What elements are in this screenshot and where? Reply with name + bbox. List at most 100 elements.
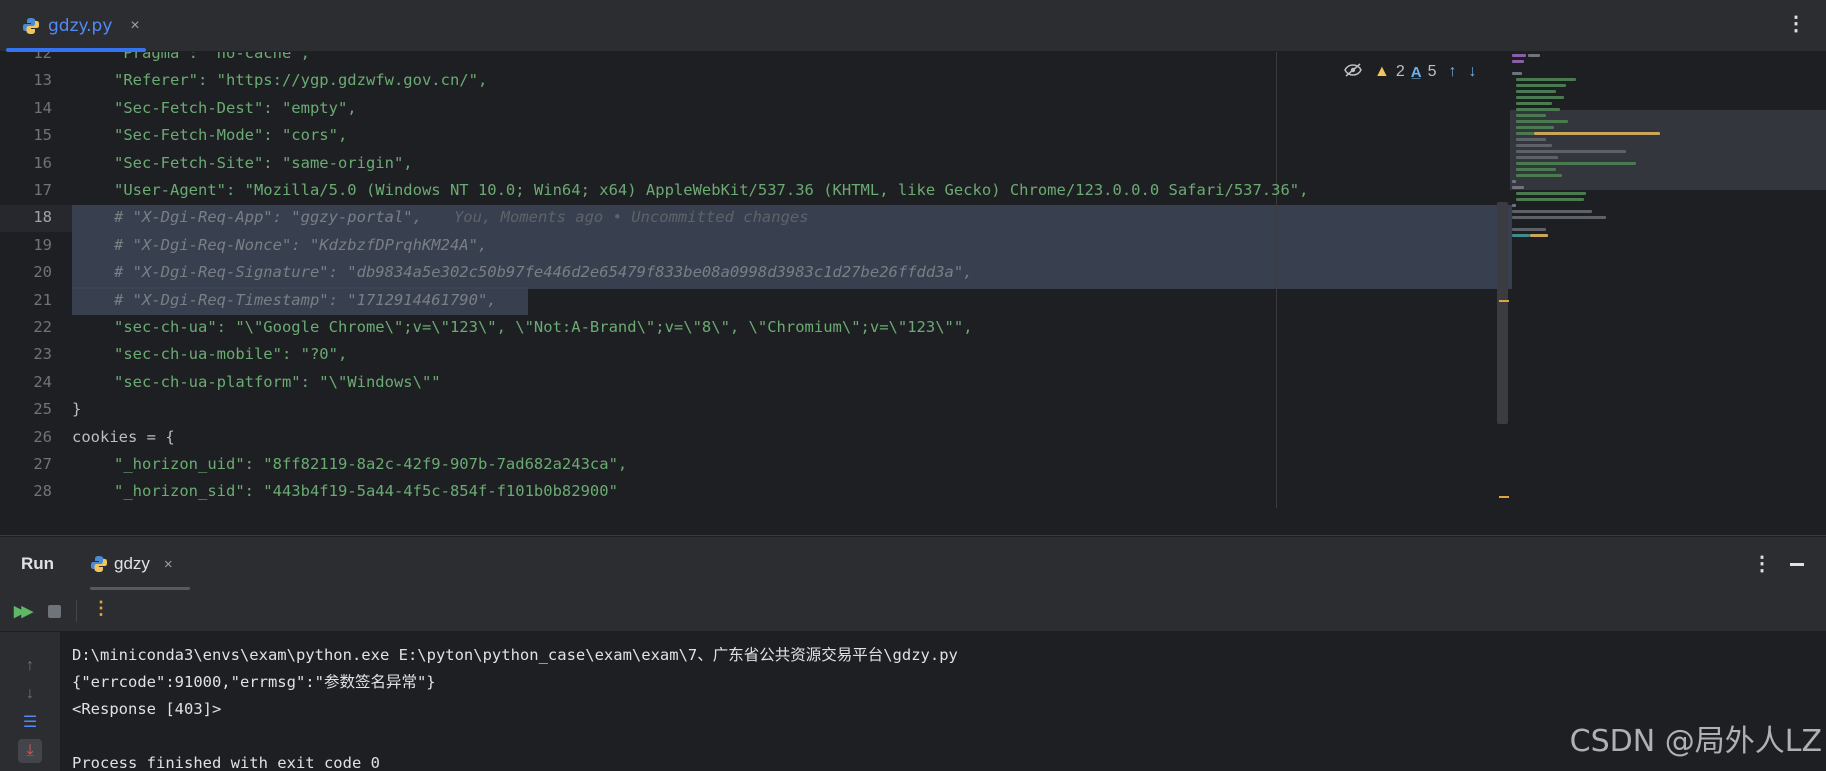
- vertical-scrollbar[interactable]: [1497, 202, 1508, 424]
- code-text: "sec-ch-ua-platform": "\"Windows\"": [114, 372, 441, 391]
- line-number: 17: [33, 181, 52, 199]
- code-line: # "X-Dgi-Req-Signature": "db9834a5e302c5…: [72, 259, 1504, 286]
- code-line: "Sec-Fetch-Site": "same-origin",: [72, 150, 1504, 177]
- code-text: "Referer": "https://ygp.gdzwfw.gov.cn/",: [114, 71, 488, 90]
- warning-marker[interactable]: [1499, 496, 1509, 498]
- code-text: "User-Agent": "Mozilla/5.0 (Windows NT 1…: [114, 181, 1309, 199]
- stop-icon[interactable]: [48, 605, 61, 618]
- minimap-row: [1516, 150, 1626, 153]
- csdn-watermark: CSDN @局外人LZ: [1569, 724, 1822, 759]
- code-text: # "X-Dgi-Req-Signature": "db9834a5e302c5…: [114, 263, 973, 282]
- run-tab-gdzy[interactable]: gdzy ×: [90, 537, 173, 591]
- close-icon[interactable]: ×: [164, 556, 173, 573]
- run-tab-label: gdzy: [114, 554, 150, 573]
- more-actions-icon[interactable]: ⋮: [92, 598, 110, 619]
- line-number: 20: [33, 263, 52, 282]
- code-text: # "X-Dgi-Req-App": "ggzy-portal",: [114, 208, 422, 227]
- minimap-row: [1512, 54, 1526, 57]
- minimap-row: [1516, 138, 1546, 141]
- scroll-down-icon[interactable]: ↓: [18, 682, 42, 706]
- code-text: "_horizon_sid": "443b4f19-5a44-4f5c-854f…: [114, 482, 618, 501]
- warning-icon[interactable]: ▲: [1374, 63, 1390, 81]
- minimap-row: [1516, 120, 1568, 123]
- line-number: 16: [33, 153, 52, 172]
- console-output[interactable]: D:\miniconda3\envs\exam\python.exe E:\py…: [60, 632, 1826, 771]
- scroll-to-end-icon[interactable]: ⤓: [18, 739, 42, 763]
- minimap-row: [1516, 162, 1636, 165]
- code-text: "sec-ch-ua-mobile": "?0",: [114, 345, 348, 364]
- line-number: 14: [33, 98, 52, 117]
- code-minimap[interactable]: [1510, 52, 1826, 508]
- minimap-row: [1516, 108, 1560, 111]
- minimap-row: [1516, 96, 1564, 99]
- line-number: 27: [33, 455, 52, 473]
- inspection-widget[interactable]: ▲ 2 A̲ 5 ↑ ↓: [1344, 60, 1477, 84]
- next-highlight-icon[interactable]: ↓: [1469, 63, 1477, 81]
- rerun-icon[interactable]: ▶▶: [14, 602, 33, 620]
- warning-count: 2: [1395, 63, 1405, 80]
- more-options-icon[interactable]: ⋮: [1786, 14, 1806, 34]
- minimap-row: [1516, 126, 1554, 129]
- line-number: 15: [33, 126, 52, 145]
- run-side-toolbar: ↑ ↓ ☰ ⤓: [0, 632, 60, 771]
- line-number: 18: [33, 208, 52, 227]
- minimize-icon[interactable]: [1790, 563, 1804, 566]
- console-line: D:\miniconda3\envs\exam\python.exe E:\py…: [72, 646, 958, 664]
- code-line: }: [72, 396, 1504, 423]
- code-text: "Sec-Fetch-Dest": "empty",: [114, 98, 357, 117]
- console-line: Process finished with exit code 0: [72, 754, 380, 771]
- reader-mode-icon[interactable]: [1344, 63, 1362, 81]
- minimap-row: [1512, 186, 1524, 189]
- code-line: # "X-Dgi-Req-Timestamp": "1712914461790"…: [72, 287, 1504, 314]
- minimap-row: [1516, 84, 1566, 87]
- python-file-icon: [91, 556, 107, 572]
- line-number: 21: [33, 290, 52, 309]
- code-line: "sec-ch-ua": "\"Google Chrome\";v=\"123\…: [72, 314, 1504, 341]
- run-panel-title: Run: [21, 554, 55, 573]
- soft-wrap-icon[interactable]: ☰: [18, 710, 42, 734]
- code-line: "sec-ch-ua-mobile": "?0",: [72, 341, 1504, 368]
- editor-tab-gdzy[interactable]: gdzy.py ×: [8, 0, 148, 52]
- code-editor[interactable]: 12 13 14 15 16 17 18 19 20 21 22 23 24 2…: [0, 52, 1826, 508]
- code-text: "Pragma": "no-cache",: [114, 52, 310, 62]
- code-text: "sec-ch-ua": "\"Google Chrome\";v=\"123\…: [114, 318, 973, 336]
- code-line: "Referer": "https://ygp.gdzwfw.gov.cn/",: [72, 67, 1504, 94]
- line-number: 12: [33, 52, 52, 62]
- code-text: }: [72, 400, 82, 419]
- more-options-icon[interactable]: ⋮: [1752, 551, 1772, 576]
- code-line-current: # "X-Dgi-Req-App": "ggzy-portal", You, Mo…: [72, 204, 1504, 231]
- minimap-row: [1512, 72, 1522, 75]
- console-line: <Response [403]>: [72, 700, 222, 718]
- typo-icon[interactable]: A̲: [1411, 64, 1422, 81]
- close-icon[interactable]: ×: [130, 17, 139, 35]
- line-number: 23: [33, 345, 52, 364]
- git-blame-annotation[interactable]: You, Moments ago • Uncommitted changes: [454, 208, 809, 226]
- minimap-row: [1512, 180, 1516, 183]
- code-text: "Sec-Fetch-Mode": "cors",: [114, 126, 348, 145]
- line-number: 28: [33, 482, 52, 501]
- minimap-row: [1530, 234, 1548, 237]
- scroll-up-icon[interactable]: ↑: [18, 654, 42, 678]
- code-line: "Sec-Fetch-Mode": "cors",: [72, 122, 1504, 149]
- minimap-row: [1534, 132, 1660, 135]
- minimap-row: [1516, 78, 1576, 81]
- minimap-row: [1516, 174, 1562, 177]
- minimap-row: [1512, 60, 1524, 63]
- run-toolbar: ▶▶ ⋮: [0, 590, 1826, 632]
- minimap-row: [1516, 198, 1584, 201]
- code-area[interactable]: "Pragma": "no-cache", "Referer": "https:…: [72, 52, 1504, 508]
- code-text: "_horizon_uid": "8ff82119-8a2c-42f9-907b…: [114, 455, 628, 473]
- code-line: "Sec-Fetch-Dest": "empty",: [72, 95, 1504, 122]
- editor-bottom-spacer: [0, 508, 1826, 536]
- run-tool-window-header: Run gdzy × ⋮: [0, 536, 1826, 590]
- minimap-row: [1512, 228, 1546, 231]
- code-text: # "X-Dgi-Req-Timestamp": "1712914461790"…: [114, 290, 497, 309]
- code-line: cookies = {: [72, 424, 1504, 451]
- minimap-row: [1516, 114, 1546, 117]
- line-number: 22: [33, 318, 52, 336]
- minimap-row: [1512, 204, 1516, 207]
- warning-marker[interactable]: [1499, 300, 1509, 302]
- minimap-row: [1516, 192, 1586, 195]
- code-text: cookies = {: [72, 427, 175, 446]
- previous-highlight-icon[interactable]: ↑: [1449, 63, 1457, 81]
